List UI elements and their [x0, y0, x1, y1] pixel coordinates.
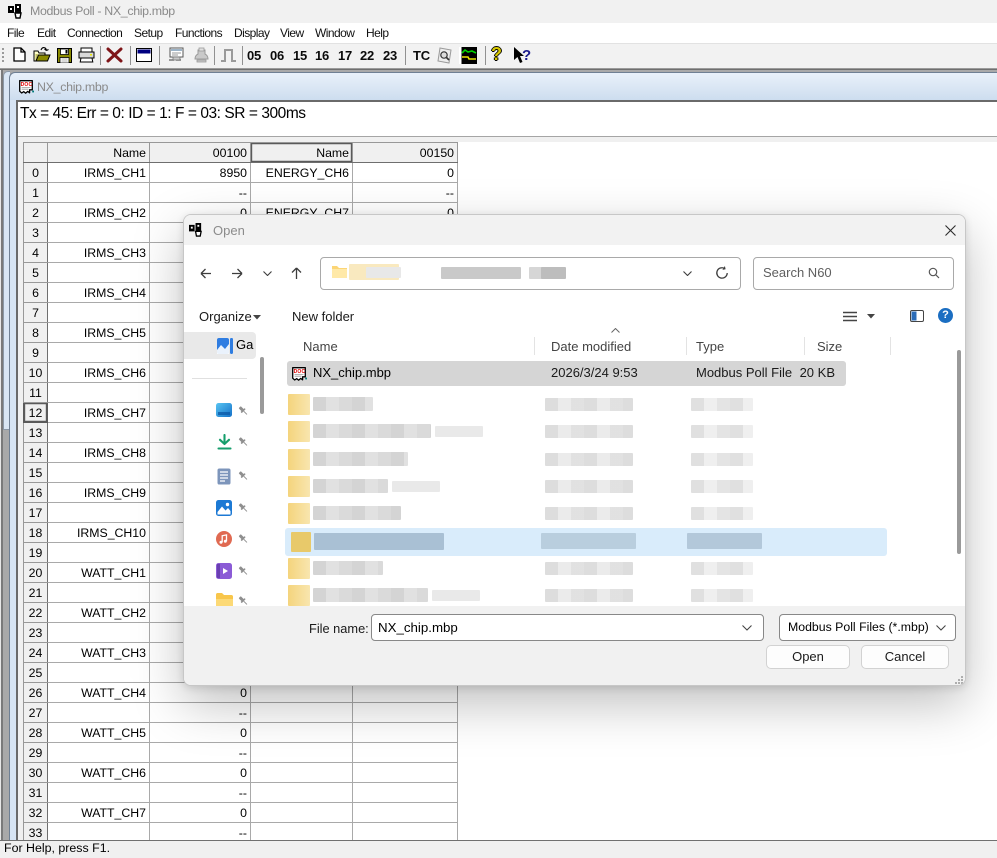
- svg-text:?: ?: [522, 47, 531, 64]
- svg-text:DOC: DOC: [294, 369, 306, 375]
- svg-text:DOC: DOC: [21, 82, 33, 88]
